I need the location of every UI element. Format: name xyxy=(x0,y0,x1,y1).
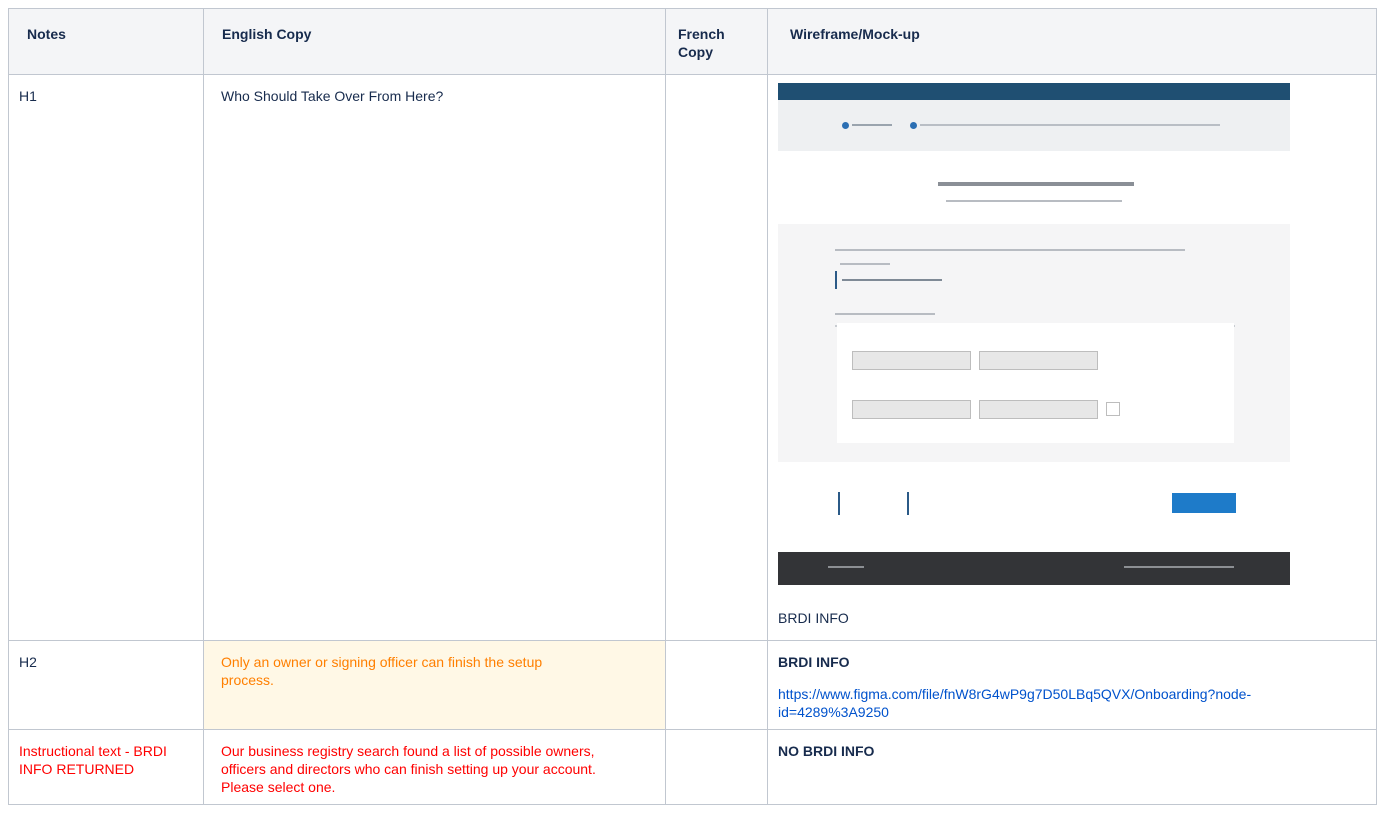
wire-title: BRDI INFO xyxy=(778,654,850,670)
mock-caption: BRDI INFO xyxy=(778,610,849,626)
header-wireframe: Wireframe/Mock-up xyxy=(767,8,1377,75)
table-row: H1 Who Should Take Over From Here? BRDI … xyxy=(8,74,1377,641)
copy-spec-table: Notes English Copy French Copy Wireframe… xyxy=(8,8,1377,805)
header-notes: Notes xyxy=(8,8,204,75)
table-row: Instructional text - BRDI INFO RETURNED … xyxy=(8,729,1377,805)
row-instruction-wireframe: NO BRDI INFO xyxy=(767,729,1377,805)
row-h1-english: Who Should Take Over From Here? xyxy=(203,74,666,641)
mock-form-card xyxy=(837,323,1234,443)
mock-header-bar xyxy=(778,83,1290,100)
row-instruction-french xyxy=(665,729,768,805)
mock-title-line xyxy=(938,182,1134,186)
row-h1-french xyxy=(665,74,768,641)
row-h2-notes: H2 xyxy=(8,640,204,730)
row-h1-wireframe: BRDI INFO xyxy=(767,74,1377,641)
mock-continue-button xyxy=(1172,493,1236,513)
row-h2-english: Only an owner or signing officer can fin… xyxy=(203,640,666,730)
wireframe-mockup-image xyxy=(778,83,1290,585)
header-french-copy: French Copy xyxy=(665,8,768,75)
figma-link[interactable]: https://www.figma.com/file/fnW8rG4wP9g7D… xyxy=(778,685,1343,721)
row-h2-french xyxy=(665,640,768,730)
row-h2-wireframe: BRDI INFO https://www.figma.com/file/fnW… xyxy=(767,640,1377,730)
row-h1-notes: H1 xyxy=(8,74,204,641)
row-instruction-english: Our business registry search found a lis… xyxy=(203,729,666,805)
row-instruction-notes: Instructional text - BRDI INFO RETURNED xyxy=(8,729,204,805)
table-row: H2 Only an owner or signing officer can … xyxy=(8,640,1377,730)
header-row: Notes English Copy French Copy Wireframe… xyxy=(8,8,1377,75)
wire-title: NO BRDI INFO xyxy=(778,743,875,759)
mock-footer xyxy=(778,552,1290,585)
header-english-copy: English Copy xyxy=(203,8,666,75)
mock-progress-steps xyxy=(778,100,1290,151)
